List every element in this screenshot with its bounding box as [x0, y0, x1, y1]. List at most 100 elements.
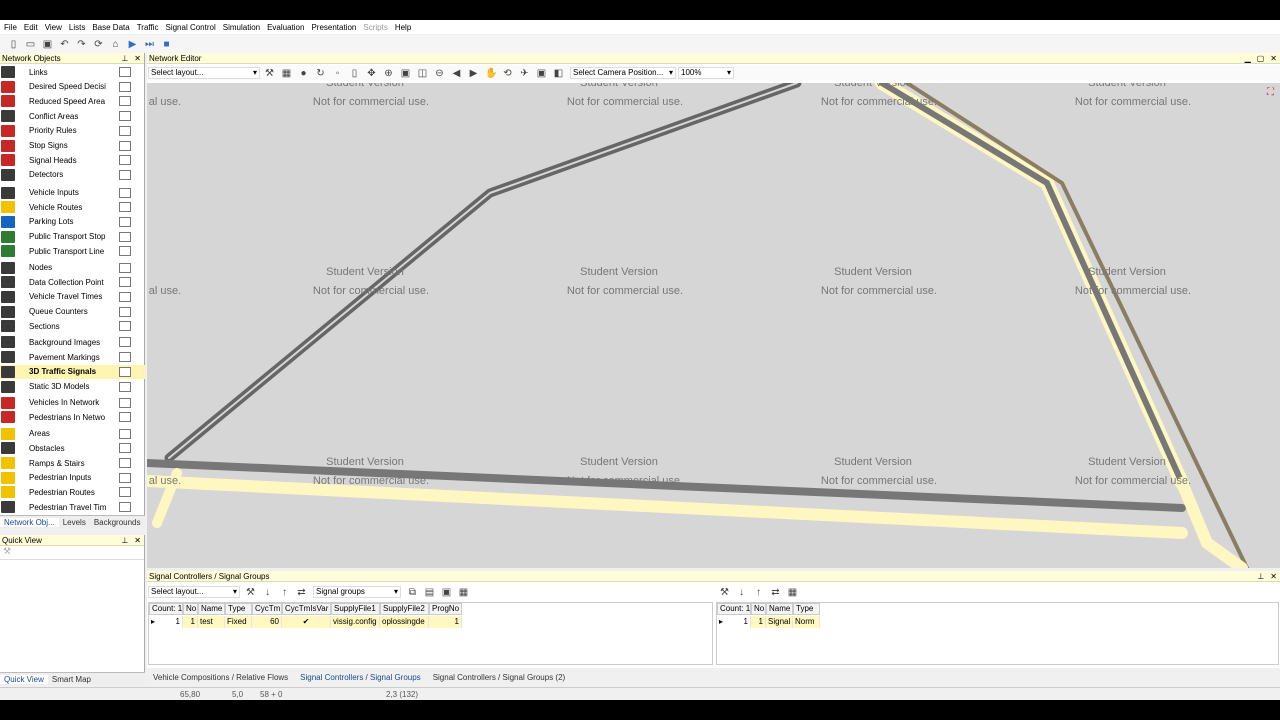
pin-icon[interactable]: ⊥ — [121, 536, 128, 545]
col-cyctmisvar[interactable]: CycTmIsVar — [282, 603, 331, 615]
visibility-toggle[interactable] — [119, 397, 131, 408]
tab-network-objects[interactable]: Network Obj... — [0, 517, 59, 527]
list-layout-select[interactable]: Select layout... — [148, 586, 240, 598]
cell-no[interactable]: 1 — [751, 616, 766, 628]
pan-icon[interactable]: ✥ — [366, 68, 377, 79]
grid-icon[interactable]: ▦ — [281, 68, 292, 79]
lock-icon[interactable]: ◦ — [332, 68, 343, 79]
maximize-icon[interactable]: ▢ — [1257, 54, 1265, 63]
menu-lists[interactable]: Lists — [69, 23, 85, 32]
sync-icon[interactable]: ⇄ — [296, 587, 307, 598]
list-item[interactable]: Parking Lots — [0, 215, 145, 229]
table-row[interactable]: ▸ 1 1 test Fixed 60 ✔ vissig.config oplos… — [149, 616, 462, 628]
step-icon[interactable]: ⏭ — [144, 39, 155, 50]
visibility-toggle[interactable] — [119, 169, 131, 180]
menu-simulation[interactable]: Simulation — [223, 23, 260, 32]
back-icon[interactable]: ◀ — [451, 68, 462, 79]
list-item[interactable]: Reduced Speed Area — [0, 94, 145, 108]
visibility-toggle[interactable] — [119, 337, 131, 348]
trash-icon[interactable]: ▯ — [349, 68, 360, 79]
tab-quick-view[interactable]: Quick View — [0, 674, 48, 684]
menu-evaluation[interactable]: Evaluation — [267, 23, 304, 32]
list-item[interactable]: 3D Traffic Signals — [0, 364, 145, 379]
wrench-icon[interactable]: ⚒ — [245, 587, 256, 598]
visibility-toggle[interactable] — [119, 366, 131, 377]
cell-progno[interactable]: 1 — [429, 616, 462, 628]
network-canvas[interactable]: Student Version Not for commercial use. St… — [147, 83, 1280, 568]
list-item[interactable]: Pedestrian Inputs — [0, 471, 145, 485]
visibility-toggle[interactable] — [119, 262, 131, 273]
menu-file[interactable]: File — [4, 23, 17, 32]
save-icon[interactable]: ▣ — [42, 39, 53, 50]
export-icon[interactable]: ▦ — [787, 587, 798, 598]
visibility-toggle[interactable] — [119, 381, 131, 392]
visibility-toggle[interactable] — [119, 246, 131, 257]
list-item[interactable]: Links — [0, 65, 145, 79]
globe-icon[interactable]: ● — [298, 68, 309, 79]
copy-icon[interactable]: ⧉ — [407, 587, 418, 598]
col-cyctm[interactable]: CycTm — [252, 603, 282, 615]
col-supplyfile1[interactable]: SupplyFile1 — [331, 603, 380, 615]
close-icon[interactable]: ✕ — [134, 54, 141, 63]
visibility-toggle[interactable] — [119, 291, 131, 302]
cell-cyctmisvar-checkbox[interactable]: ✔ — [282, 616, 331, 628]
redo-icon[interactable]: ↷ — [76, 39, 87, 50]
sync-icon[interactable]: ⇄ — [770, 587, 781, 598]
relation-select[interactable]: Signal groups — [313, 586, 401, 598]
menu-presentation[interactable]: Presentation — [311, 23, 356, 32]
sort-asc-icon[interactable]: ↓ — [736, 587, 747, 598]
list-item[interactable]: Vehicle Inputs — [0, 186, 145, 200]
signal-tool-icon[interactable]: ⛶ — [1267, 87, 1274, 98]
cell-supplyfile2[interactable]: oplossingde — [380, 616, 429, 628]
stop-icon[interactable]: ■ — [161, 39, 172, 50]
visibility-toggle[interactable] — [119, 155, 131, 166]
visibility-toggle[interactable] — [119, 487, 131, 498]
reload-icon[interactable]: ⟳ — [93, 39, 104, 50]
open-folder-icon[interactable]: ▭ — [25, 39, 36, 50]
list-item[interactable]: Vehicle Travel Times — [0, 290, 145, 304]
hand-icon[interactable]: ✋ — [485, 68, 497, 79]
zoom-window-icon[interactable]: ◫ — [417, 68, 428, 79]
list-item[interactable]: Areas — [0, 427, 145, 441]
play-icon[interactable]: ▶ — [127, 39, 138, 50]
tab-smart-map[interactable]: Smart Map — [48, 675, 95, 684]
list-item[interactable]: Pedestrian Travel Tim — [0, 500, 145, 514]
zoom-all-icon[interactable]: ▣ — [400, 68, 411, 79]
menu-traffic[interactable]: Traffic — [137, 23, 159, 32]
minimize-icon[interactable]: ▁ — [1245, 54, 1251, 63]
save-list-icon[interactable]: ▣ — [441, 587, 452, 598]
visibility-toggle[interactable] — [119, 352, 131, 363]
pin-icon[interactable]: ⊥ — [1257, 572, 1264, 581]
cell-no[interactable]: 1 — [183, 616, 198, 628]
cell-name[interactable]: Signal — [766, 616, 793, 628]
fly-icon[interactable]: ✈ — [519, 68, 530, 79]
tab-signal-groups[interactable]: Signal Controllers / Signal Groups — [294, 673, 427, 682]
visibility-toggle[interactable] — [119, 428, 131, 439]
col-name[interactable]: Name — [766, 603, 793, 615]
visibility-toggle[interactable] — [119, 321, 131, 332]
sort-asc-icon[interactable]: ↓ — [262, 587, 273, 598]
layout-select[interactable]: Select layout... — [148, 67, 260, 79]
camera-icon[interactable]: ▣ — [536, 68, 547, 79]
zoom-select[interactable]: 100% — [678, 67, 734, 79]
rotate-3d-icon[interactable]: ⟲ — [502, 68, 513, 79]
visibility-toggle[interactable] — [119, 412, 131, 423]
list-item[interactable]: Vehicles In Network — [0, 396, 145, 410]
close-icon[interactable]: ✕ — [1270, 572, 1277, 581]
col-name[interactable]: Name — [198, 603, 225, 615]
list-item[interactable]: Priority Rules — [0, 124, 145, 138]
list-item[interactable]: Vehicle Routes — [0, 200, 145, 214]
screenshot-icon[interactable]: ◧ — [553, 68, 564, 79]
visibility-toggle[interactable] — [119, 306, 131, 317]
list-item[interactable]: Detectors — [0, 168, 145, 182]
list-item[interactable]: Nodes — [0, 261, 145, 275]
list-item[interactable]: Public Transport Line — [0, 244, 145, 258]
visibility-toggle[interactable] — [119, 111, 131, 122]
col-progno[interactable]: ProgNo — [429, 603, 462, 615]
visibility-toggle[interactable] — [119, 67, 131, 77]
list-item[interactable]: Pavement Markings — [0, 350, 145, 364]
visibility-toggle[interactable] — [119, 216, 131, 227]
col-type[interactable]: Type — [793, 603, 820, 615]
list-item[interactable]: Static 3D Models — [0, 380, 145, 394]
zoom-out-icon[interactable]: ⊖ — [434, 68, 445, 79]
